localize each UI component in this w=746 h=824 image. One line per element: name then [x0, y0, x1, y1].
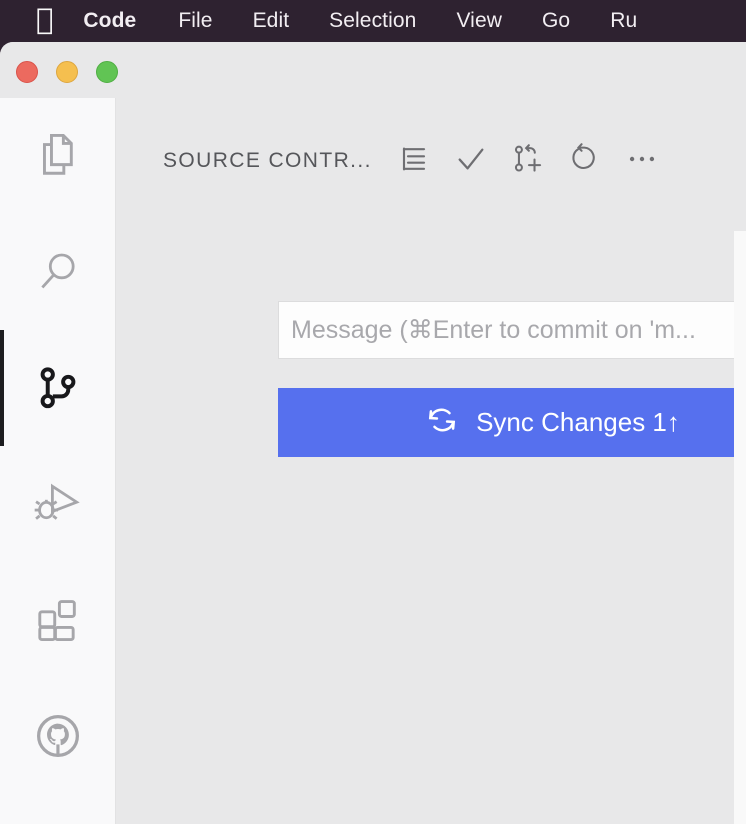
more-actions-icon — [625, 142, 659, 181]
menu-item-view[interactable]: View — [456, 9, 502, 33]
files-icon — [30, 128, 86, 184]
activity-bar — [0, 98, 116, 824]
run-and-debug-icon — [30, 476, 86, 532]
menu-item-code[interactable]: Code — [83, 9, 136, 33]
traffic-lights — [16, 61, 118, 83]
activity-item-explorer[interactable] — [0, 98, 116, 214]
menu-item-selection[interactable]: Selection — [329, 9, 416, 33]
commit-message-input[interactable]: Message (⌘Enter to commit on 'm... — [278, 301, 746, 359]
minimize-button[interactable] — [56, 61, 78, 83]
check-icon — [454, 142, 488, 181]
apple-logo-icon[interactable]:  — [36, 4, 53, 34]
commit-message-placeholder: Message (⌘Enter to commit on 'm... — [291, 316, 696, 344]
menu-item-run[interactable]: Ru — [610, 9, 637, 33]
sync-changes-button[interactable]: Sync Changes 1↑ — [278, 388, 746, 457]
sync-changes-label: Sync Changes 1↑ — [476, 407, 680, 437]
refresh-button[interactable] — [565, 141, 605, 181]
refresh-icon — [568, 142, 601, 180]
activity-item-run-and-debug[interactable] — [0, 446, 116, 562]
menu-item-go[interactable]: Go — [542, 9, 570, 33]
macos-menu-bar:  Code File Edit Selection View Go Ru — [0, 0, 746, 42]
vscode-window: SOURCE CONTR... Message (⌘Enter to commi… — [0, 42, 746, 824]
menu-item-edit[interactable]: Edit — [253, 9, 290, 33]
activity-item-github[interactable] — [0, 678, 116, 794]
header-actions — [394, 141, 662, 181]
editor-area[interactable] — [734, 231, 746, 824]
panel-title: SOURCE CONTR... — [163, 149, 372, 172]
view-as-list-icon — [398, 143, 430, 180]
create-branch-button[interactable] — [508, 141, 548, 181]
window-titlebar — [0, 42, 746, 98]
maximize-button[interactable] — [96, 61, 118, 83]
activity-item-search[interactable] — [0, 214, 116, 330]
active-item-indicator — [0, 330, 4, 446]
more-actions-button[interactable] — [622, 141, 662, 181]
activity-item-source-control[interactable] — [0, 330, 116, 446]
github-icon — [30, 708, 86, 764]
search-icon — [30, 244, 86, 300]
extensions-icon — [30, 592, 86, 648]
source-control-icon — [30, 360, 86, 416]
sync-icon — [424, 402, 460, 443]
screen:  Code File Edit Selection View Go Ru — [0, 0, 746, 824]
source-control-header: SOURCE CONTR... — [117, 132, 746, 190]
activity-item-extensions[interactable] — [0, 562, 116, 678]
commit-button[interactable] — [451, 141, 491, 181]
menu-item-file[interactable]: File — [178, 9, 212, 33]
close-button[interactable] — [16, 61, 38, 83]
view-as-list-button[interactable] — [394, 141, 434, 181]
source-control-panel: SOURCE CONTR... Message (⌘Enter to commi… — [117, 98, 746, 824]
branch-create-icon — [511, 142, 545, 181]
